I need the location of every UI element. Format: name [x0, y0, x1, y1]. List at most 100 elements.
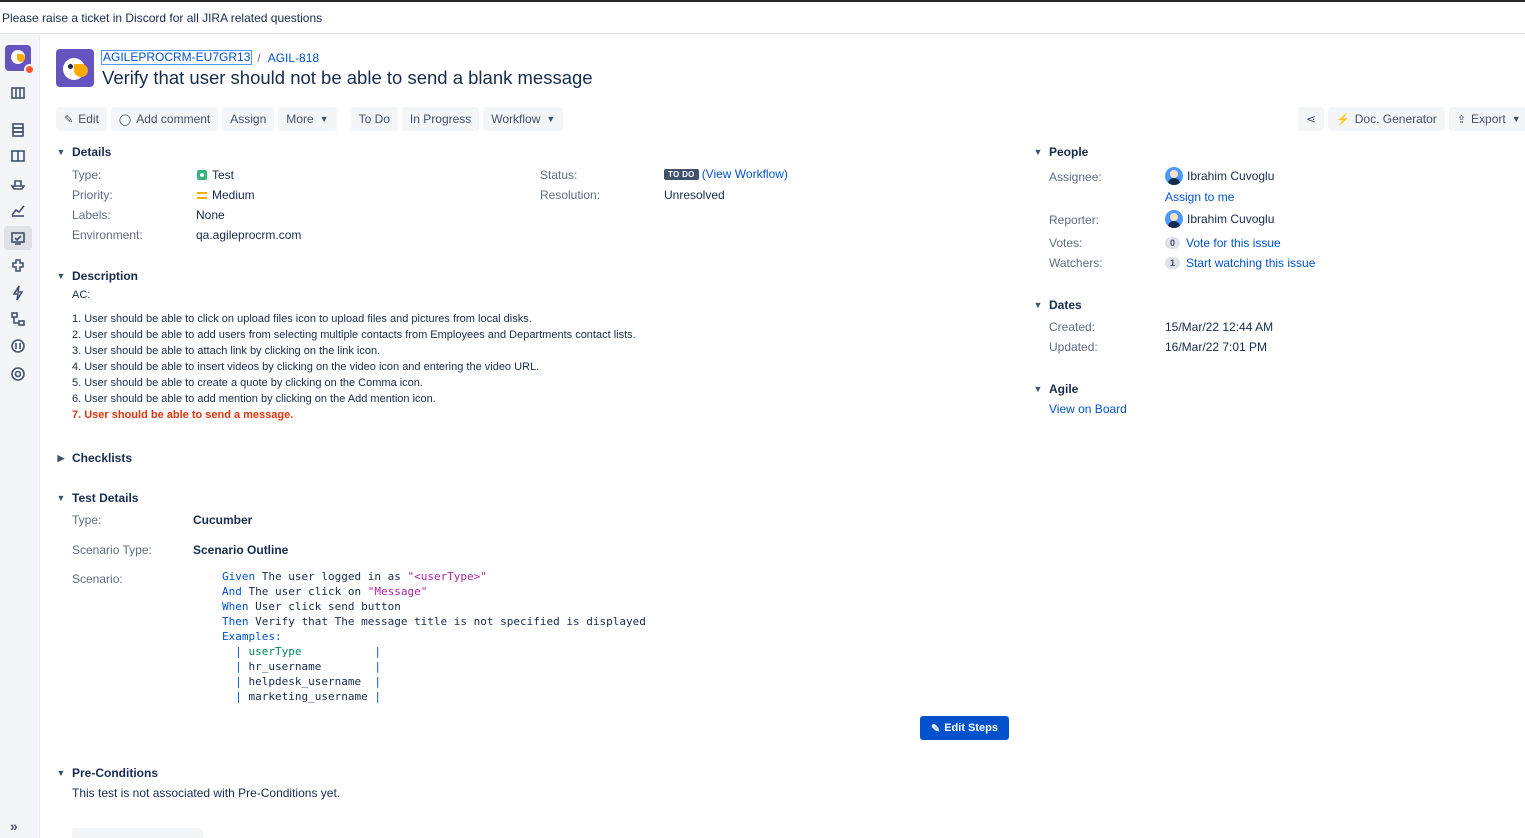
- edit-steps-button[interactable]: ✎ Edit Steps: [920, 716, 1009, 740]
- project-avatar[interactable]: [5, 45, 35, 75]
- description-item: 6. User should be able to add mention by…: [72, 393, 436, 405]
- breadcrumb-issue-key[interactable]: AGIL-818: [268, 51, 319, 65]
- updated-value: 16/Mar/22 7:01 PM: [1165, 340, 1268, 354]
- todo-transition-button[interactable]: To Do: [350, 107, 398, 131]
- pencil-icon: ✎: [930, 722, 941, 735]
- banner-text: Please raise a ticket in Discord for all…: [2, 11, 323, 25]
- description-item: 1. User should be able to click on uploa…: [72, 313, 532, 325]
- edit-button[interactable]: ✎ Edit: [56, 107, 107, 131]
- type-value: Test: [197, 168, 234, 182]
- watchers-count-badge: 1: [1165, 257, 1181, 269]
- scenario-label: Scenario:: [72, 572, 123, 586]
- test-details-section-toggle[interactable]: ▼ Test Details: [56, 491, 139, 505]
- add-pre-conditions-button[interactable]: [72, 828, 203, 838]
- export-button[interactable]: ⇪ Export ▼: [1448, 107, 1525, 131]
- priority-value: Medium: [197, 188, 255, 202]
- add-comment-button[interactable]: ◯ Add comment: [110, 107, 219, 131]
- page-title[interactable]: Verify that user should not be able to s…: [102, 67, 593, 89]
- announcement-banner: Please raise a ticket in Discord for all…: [0, 0, 1525, 34]
- pencil-icon: ✎: [64, 113, 74, 126]
- avatar: [1165, 167, 1183, 185]
- dates-section-toggle[interactable]: ▼ Dates: [1033, 298, 1082, 312]
- chevron-down-icon: ▼: [1033, 300, 1043, 310]
- chevron-down-icon: ▼: [1033, 147, 1043, 157]
- breadcrumb-separator: /: [257, 50, 261, 65]
- sidebar: »: [0, 35, 40, 838]
- expand-sidebar-icon[interactable]: »: [10, 818, 18, 834]
- settings-icon[interactable]: [9, 365, 27, 383]
- status-label: Status:: [540, 168, 578, 182]
- assign-button[interactable]: Assign: [222, 107, 275, 131]
- reporter-label: Reporter:: [1049, 213, 1100, 227]
- votes-label: Votes:: [1049, 236, 1083, 250]
- description-item: 3. User should be able to attach link by…: [72, 345, 381, 357]
- ship-icon[interactable]: [9, 174, 27, 192]
- description-item: 2. User should be able to add users from…: [72, 329, 636, 341]
- export-icon: ⇪: [1456, 113, 1467, 126]
- lightning-icon: ⚡: [1336, 113, 1350, 126]
- issue-toolbar: ✎ Edit ◯ Add comment Assign More ▼ To Do In…: [56, 107, 564, 131]
- votes-count-badge: 0: [1165, 237, 1181, 249]
- labels-value: None: [196, 208, 225, 222]
- type-label: Type:: [72, 168, 102, 182]
- votes-value: 0 Vote for this issue: [1165, 236, 1281, 250]
- details-section-toggle[interactable]: ▼ Details: [56, 145, 112, 159]
- status-badge: TO DO: [664, 168, 699, 180]
- resolution-value: Unresolved: [664, 188, 725, 202]
- automation-icon[interactable]: [9, 284, 27, 302]
- description-intro: AC:: [72, 289, 91, 301]
- labels-label: Labels:: [72, 208, 111, 222]
- workflow-button[interactable]: Workflow ▼: [483, 107, 564, 131]
- vote-link[interactable]: Vote for this issue: [1186, 236, 1281, 250]
- updated-label: Updated:: [1049, 340, 1098, 354]
- assignee-label: Assignee:: [1049, 170, 1102, 184]
- resolution-label: Resolution:: [540, 188, 601, 202]
- board-icon[interactable]: [9, 147, 27, 165]
- components-icon[interactable]: [9, 257, 27, 275]
- chevron-down-icon: ▼: [56, 147, 66, 157]
- issue-toolbar-right: ⋖ ⚡ Doc. Generator ⇪ Export ▼: [1298, 107, 1525, 131]
- comment-icon: ◯: [118, 113, 132, 126]
- breadcrumb: AGILEPROCRM-EU7GR13 / AGIL-818: [101, 50, 319, 65]
- assign-to-me-link[interactable]: Assign to me: [1165, 190, 1234, 204]
- chevron-down-icon: ▼: [546, 114, 556, 124]
- share-button[interactable]: ⋖: [1298, 107, 1325, 131]
- view-workflow-link[interactable]: (View Workflow): [702, 167, 788, 181]
- pre-conditions-section-toggle[interactable]: ▼ Pre-Conditions: [56, 766, 158, 780]
- reports-icon[interactable]: [9, 201, 27, 219]
- description-item: 4. User should be able to insert videos …: [72, 361, 540, 373]
- doc-generator-button[interactable]: ⚡ Doc. Generator: [1328, 107, 1445, 131]
- structure-icon[interactable]: [9, 310, 27, 328]
- environment-label: Environment:: [72, 228, 143, 242]
- releases-icon[interactable]: [9, 121, 27, 139]
- more-button[interactable]: More ▼: [278, 107, 337, 131]
- project-logo: [56, 49, 94, 87]
- description-section-toggle[interactable]: ▼ Description: [56, 269, 138, 283]
- avatar: [1165, 210, 1183, 228]
- environment-value: qa.agileprocrm.com: [196, 228, 302, 242]
- chevron-down-icon: ▼: [1511, 114, 1521, 124]
- in-progress-transition-button[interactable]: In Progress: [401, 107, 480, 131]
- description-item: 5. User should be able to create a quote…: [72, 377, 423, 389]
- pre-conditions-text: This test is not associated with Pre-Con…: [72, 786, 341, 800]
- checklists-section-toggle[interactable]: ▶ Checklists: [56, 451, 133, 465]
- test-type-label: Type:: [72, 513, 102, 527]
- agile-section-toggle[interactable]: ▼ Agile: [1033, 382, 1079, 396]
- assignee-value[interactable]: Ibrahim Cuvoglu: [1165, 167, 1274, 185]
- chevron-down-icon: ▼: [319, 114, 329, 124]
- scenario-code-block: Given The user logged in as "<userType>"…: [222, 570, 646, 703]
- reporter-value[interactable]: Ibrahim Cuvoglu: [1165, 210, 1274, 228]
- created-label: Created:: [1049, 320, 1096, 334]
- priority-medium-icon: [197, 191, 207, 199]
- backlog-icon[interactable]: [9, 84, 27, 102]
- watchers-label: Watchers:: [1049, 256, 1103, 270]
- created-value: 15/Mar/22 12:44 AM: [1165, 320, 1274, 334]
- test-type-icon: [197, 170, 207, 180]
- people-section-toggle[interactable]: ▼ People: [1033, 145, 1089, 159]
- tests-icon[interactable]: [4, 226, 32, 250]
- view-on-board-link[interactable]: View on Board: [1049, 402, 1127, 416]
- scenario-type-label: Scenario Type:: [72, 543, 152, 557]
- archive-icon[interactable]: [9, 337, 27, 355]
- breadcrumb-project-link[interactable]: AGILEPROCRM-EU7GR13: [101, 50, 253, 65]
- watch-link[interactable]: Start watching this issue: [1186, 256, 1315, 270]
